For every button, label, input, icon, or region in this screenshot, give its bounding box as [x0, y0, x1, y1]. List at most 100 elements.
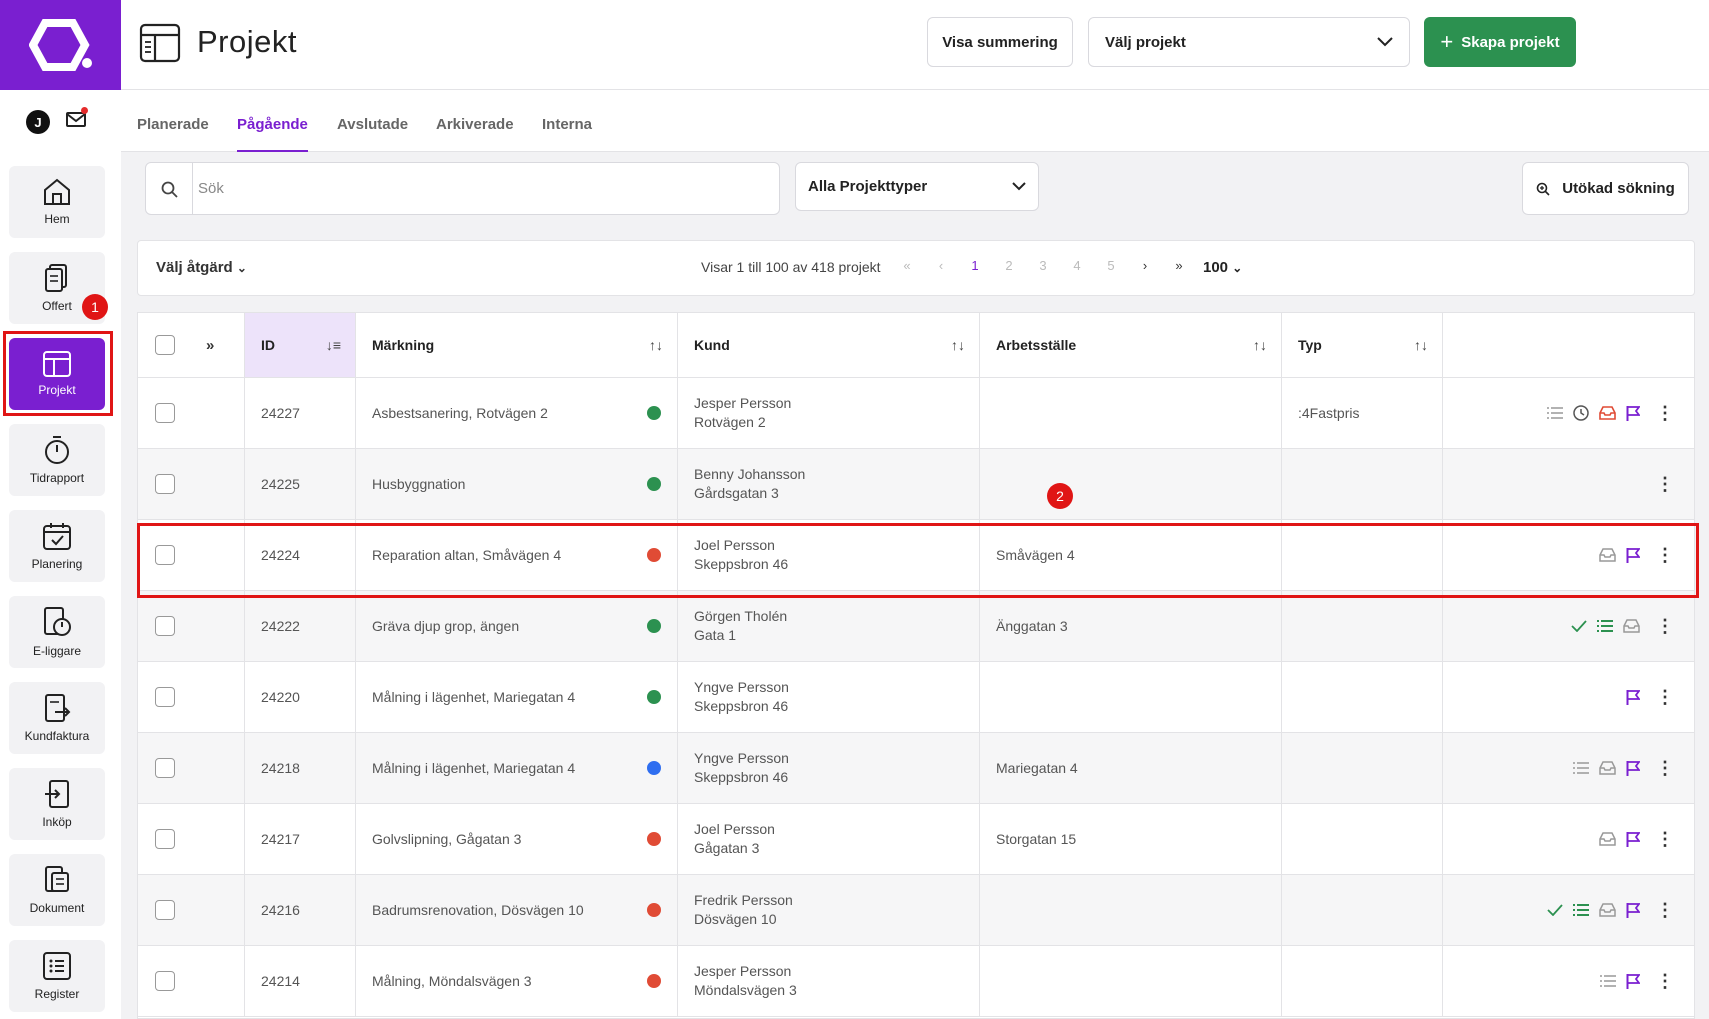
flag-icon[interactable] — [1626, 902, 1640, 918]
inbox-icon[interactable] — [1599, 406, 1616, 420]
list-icon[interactable] — [1573, 762, 1589, 774]
first-page-icon[interactable]: « — [890, 258, 924, 273]
flag-icon[interactable] — [1626, 689, 1640, 705]
sidebar-item-hem[interactable]: Hem — [9, 166, 105, 238]
flag-icon[interactable] — [1626, 973, 1640, 989]
row-workplace — [980, 378, 1282, 448]
select-all-checkbox[interactable] — [155, 335, 175, 355]
expand-columns-icon[interactable]: » — [206, 337, 214, 354]
per-page-select[interactable]: 100 ⌄ — [1203, 259, 1242, 276]
page-5[interactable]: 5 — [1094, 258, 1128, 273]
sidebar-item-dokument[interactable]: Dokument — [9, 854, 105, 926]
page-1[interactable]: 1 — [958, 258, 992, 273]
sort-icon[interactable]: ↑↓ — [951, 337, 965, 353]
search-field[interactable] — [145, 162, 780, 215]
prev-page-icon[interactable]: ‹ — [924, 258, 958, 273]
more-options-icon[interactable]: ⋮ — [1656, 971, 1674, 992]
tab-planerade[interactable]: Planerade — [137, 116, 209, 133]
more-options-icon[interactable]: ⋮ — [1656, 687, 1674, 708]
search-input[interactable] — [198, 163, 758, 214]
highlight-frame-projekt — [3, 331, 113, 416]
table-row[interactable]: 24216 Badrumsrenovation, Dösvägen 10 Fredr… — [138, 875, 1694, 946]
flag-icon[interactable] — [1626, 831, 1640, 847]
plus-icon: + — [1440, 29, 1454, 54]
sidebar-item-register[interactable]: Register — [9, 940, 105, 1012]
sidebar-item-tidrapport[interactable]: Tidrapport — [9, 424, 105, 496]
app-logo[interactable] — [0, 0, 121, 90]
sidebar-item-e-liggare[interactable]: E-liggare — [9, 596, 105, 668]
page-4[interactable]: 4 — [1060, 258, 1094, 273]
list-icon[interactable] — [1600, 975, 1616, 987]
table-row[interactable]: 24222 Gräva djup grop, ängen Görgen Tholén… — [138, 591, 1694, 662]
inbox-icon[interactable] — [1599, 761, 1616, 775]
table-row[interactable]: 24218 Målning i lägenhet, Mariegatan 4 Yng… — [138, 733, 1694, 804]
row-checkbox[interactable] — [155, 687, 175, 707]
table-row[interactable]: 24220 Målning i lägenhet, Mariegatan 4 Yng… — [138, 662, 1694, 733]
last-page-icon[interactable]: » — [1162, 258, 1196, 273]
table-row[interactable]: 24225 Husbyggnation Benny Johansson Gårdsga… — [138, 449, 1694, 520]
col-customer[interactable]: Kund ↑↓ — [678, 313, 980, 377]
check-icon[interactable] — [1571, 620, 1587, 632]
row-marking-value: Asbestsanering, Rotvägen 2 — [372, 405, 548, 421]
tab-interna[interactable]: Interna — [542, 116, 592, 133]
col-id[interactable]: ID ↓≡ — [245, 313, 356, 377]
row-checkbox[interactable] — [155, 758, 175, 778]
more-options-icon[interactable]: ⋮ — [1656, 829, 1674, 850]
create-project-button[interactable]: + Skapa projekt — [1424, 17, 1576, 67]
sidebar-item-inkop[interactable]: Inköp — [9, 768, 105, 840]
annotation-badge-1: 1 — [82, 294, 108, 320]
clock-icon[interactable] — [1573, 405, 1589, 421]
col-marking[interactable]: Märkning ↑↓ — [356, 313, 678, 377]
inbox-icon[interactable] — [1599, 832, 1616, 846]
project-select[interactable]: Välj projekt — [1088, 17, 1410, 67]
page-2[interactable]: 2 — [992, 258, 1026, 273]
tab-arkiverade[interactable]: Arkiverade — [436, 116, 514, 133]
table-row[interactable]: 24217 Golvslipning, Gågatan 3 Joel Persson… — [138, 804, 1694, 875]
flag-icon[interactable] — [1626, 405, 1640, 421]
sort-icon[interactable]: ↑↓ — [1414, 337, 1428, 353]
row-id-value: 24216 — [261, 902, 300, 918]
list-icon[interactable] — [1597, 620, 1613, 632]
check-icon[interactable] — [1547, 904, 1563, 916]
list-icon[interactable] — [1573, 904, 1589, 916]
next-page-icon[interactable]: › — [1128, 258, 1162, 273]
row-checkbox[interactable] — [155, 900, 175, 920]
row-checkbox[interactable] — [155, 829, 175, 849]
flag-icon[interactable] — [1626, 760, 1640, 776]
customer-address: Möndalsvägen 3 — [694, 982, 797, 998]
page-3[interactable]: 3 — [1026, 258, 1060, 273]
row-checkbox[interactable] — [155, 403, 175, 423]
advanced-search-button[interactable]: Utökad sökning — [1522, 162, 1689, 215]
list-icon[interactable] — [1547, 407, 1563, 419]
show-summary-button[interactable]: Visa summering — [927, 17, 1073, 67]
sort-desc-icon[interactable]: ↓≡ — [326, 337, 341, 353]
sidebar-item-kundfaktura[interactable]: Kundfaktura — [9, 682, 105, 754]
col-marking-label: Märkning — [372, 337, 435, 353]
inbox-icon[interactable] — [1623, 619, 1640, 633]
row-marking-value: Badrumsrenovation, Dösvägen 10 — [372, 902, 584, 918]
row-marking: Målning i lägenhet, Mariegatan 4 — [356, 733, 678, 803]
sort-icon[interactable]: ↑↓ — [649, 337, 663, 353]
col-type[interactable]: Typ ↑↓ — [1282, 313, 1443, 377]
row-type — [1282, 662, 1443, 732]
inbox-icon[interactable] — [1599, 903, 1616, 917]
action-select[interactable]: Välj åtgärd ⌄ — [156, 259, 247, 276]
more-options-icon[interactable]: ⋮ — [1656, 403, 1674, 424]
tab-pagaende[interactable]: Pågående — [237, 116, 308, 152]
row-checkbox[interactable] — [155, 971, 175, 991]
project-type-select[interactable]: Alla Projekttyper — [795, 162, 1039, 211]
table-row[interactable]: 24214 Målning, Möndalsvägen 3 Jesper Perss… — [138, 946, 1694, 1017]
row-checkbox[interactable] — [155, 616, 175, 636]
table-row[interactable]: 24227 Asbestsanering, Rotvägen 2 Jesper Pe… — [138, 378, 1694, 449]
more-options-icon[interactable]: ⋮ — [1656, 900, 1674, 921]
sidebar-item-planering[interactable]: Planering — [9, 510, 105, 582]
row-checkbox[interactable] — [155, 474, 175, 494]
col-workplace[interactable]: Arbetsställe ↑↓ — [980, 313, 1282, 377]
more-options-icon[interactable]: ⋮ — [1656, 474, 1674, 495]
tab-avslutade[interactable]: Avslutade — [337, 116, 408, 133]
sort-icon[interactable]: ↑↓ — [1253, 337, 1267, 353]
more-options-icon[interactable]: ⋮ — [1656, 616, 1674, 637]
avatar[interactable]: J — [26, 110, 50, 134]
advanced-search-label: Utökad sökning — [1562, 180, 1675, 197]
more-options-icon[interactable]: ⋮ — [1656, 758, 1674, 779]
